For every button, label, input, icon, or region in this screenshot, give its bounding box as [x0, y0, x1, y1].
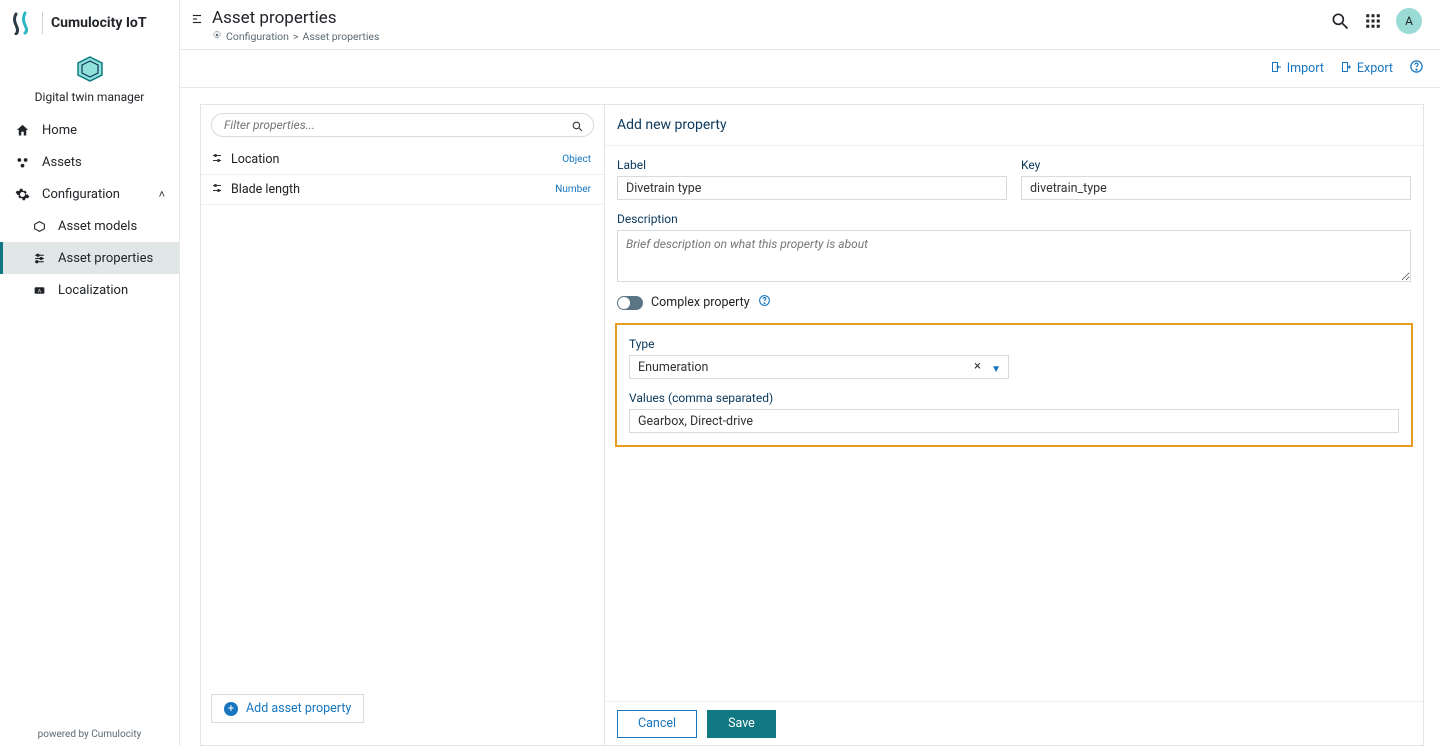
sliders-icon [211, 152, 223, 168]
complex-label: Complex property [651, 295, 750, 310]
export-icon [1340, 61, 1352, 77]
property-item[interactable]: Blade length Number [201, 175, 604, 205]
values-input[interactable] [629, 409, 1399, 433]
brand-separator [42, 12, 43, 34]
nav-label: Asset properties [58, 251, 153, 266]
sliders-icon [211, 182, 223, 198]
complex-toggle[interactable] [617, 296, 643, 310]
label-label: Label [617, 158, 1007, 172]
form-footer: Cancel Save [605, 701, 1423, 745]
breadcrumb-root[interactable]: Configuration [226, 30, 289, 43]
avatar[interactable]: A [1396, 8, 1422, 34]
type-badge: Object [559, 153, 594, 166]
nav-label: Home [42, 123, 77, 138]
form-title: Add new property [605, 105, 1423, 146]
app-block: Digital twin manager [0, 46, 179, 114]
search-icon[interactable] [1330, 11, 1350, 31]
add-label: Add asset property [246, 701, 351, 716]
localization-icon: A [32, 283, 46, 297]
chevron-up-icon: ˄ [159, 188, 165, 201]
topbar: Asset properties Configuration > Asset p… [180, 0, 1440, 50]
nav-configuration[interactable]: Configuration ˄ [0, 178, 179, 210]
property-item[interactable]: Location Object [201, 145, 604, 175]
action-label: Import [1287, 61, 1324, 76]
key-input[interactable] [1021, 176, 1411, 200]
form-body: Label Key Description Complex property [605, 146, 1423, 701]
add-asset-property-button[interactable]: + Add asset property [211, 694, 364, 723]
nav-label: Localization [58, 283, 128, 298]
sliders-icon [32, 251, 46, 265]
main-area: Asset properties Configuration > Asset p… [180, 0, 1440, 746]
action-label: Export [1357, 61, 1393, 76]
nav-asset-models[interactable]: Asset models [0, 210, 179, 242]
help-icon[interactable] [758, 294, 771, 311]
caret-down-icon[interactable]: ▼ [991, 364, 1001, 375]
description-input[interactable] [617, 230, 1411, 282]
actionbar: Import Export [180, 50, 1440, 88]
nav-localization[interactable]: A Localization [0, 274, 179, 306]
brand-block: Cumulocity IoT [0, 0, 179, 46]
sidebar: Cumulocity IoT Digital twin manager Home… [0, 0, 180, 746]
home-icon [14, 122, 30, 138]
import-button[interactable]: Import [1270, 61, 1324, 77]
type-badge: Number [552, 183, 594, 196]
type-highlight-box: Type × ▼ Values (comma separated) [615, 323, 1413, 447]
clear-icon[interactable]: × [974, 359, 981, 374]
sidebar-footer: powered by Cumulocity [0, 723, 179, 746]
title-block: Asset properties Configuration > Asset p… [212, 8, 1330, 49]
nav-home[interactable]: Home [0, 114, 179, 146]
brand-name: Cumulocity IoT [51, 15, 147, 31]
cube-icon [32, 219, 46, 233]
property-form-panel: Add new property Label Key Description [605, 104, 1424, 746]
nav-assets[interactable]: Assets [0, 146, 179, 178]
app-title: Digital twin manager [35, 90, 145, 104]
breadcrumb: Configuration > Asset properties [212, 28, 1330, 49]
nav-label: Assets [42, 155, 82, 170]
nav-label: Asset models [58, 219, 137, 234]
type-select[interactable] [629, 355, 1009, 379]
collapse-sidebar-icon[interactable] [190, 12, 204, 26]
complex-toggle-row: Complex property [617, 294, 1411, 311]
description-label: Description [617, 212, 1411, 226]
import-icon [1270, 61, 1282, 77]
property-list: Location Object Blade length Number [201, 145, 604, 205]
help-icon[interactable] [1409, 59, 1424, 78]
key-label: Key [1021, 158, 1411, 172]
breadcrumb-separator: > [293, 30, 299, 43]
label-input[interactable] [617, 176, 1007, 200]
gear-icon [212, 30, 222, 43]
filter-input[interactable] [211, 113, 594, 137]
plus-icon: + [224, 702, 238, 716]
property-name: Location [231, 152, 279, 167]
save-button[interactable]: Save [707, 710, 776, 738]
values-label: Values (comma separated) [629, 391, 1399, 405]
brand-logo-icon [10, 11, 34, 35]
apps-grid-icon[interactable] [1364, 12, 1382, 30]
search-icon[interactable] [571, 118, 584, 137]
gear-icon [14, 186, 30, 202]
filter-row [201, 105, 604, 145]
workspace: Location Object Blade length Number + Ad… [180, 88, 1440, 746]
property-name: Blade length [231, 182, 300, 197]
app-icon [73, 52, 107, 86]
properties-list-panel: Location Object Blade length Number + Ad… [200, 104, 605, 746]
type-label: Type [629, 337, 1399, 351]
nav-list: Home Assets Configuration ˄ Asset models… [0, 114, 179, 306]
nav-asset-properties[interactable]: Asset properties [0, 242, 179, 274]
export-button[interactable]: Export [1340, 61, 1393, 77]
nav-label: Configuration [42, 187, 120, 202]
topbar-actions: A [1330, 8, 1422, 34]
breadcrumb-current: Asset properties [302, 30, 379, 43]
page-title: Asset properties [212, 8, 1330, 28]
cancel-button[interactable]: Cancel [617, 710, 697, 738]
assets-icon [14, 154, 30, 170]
